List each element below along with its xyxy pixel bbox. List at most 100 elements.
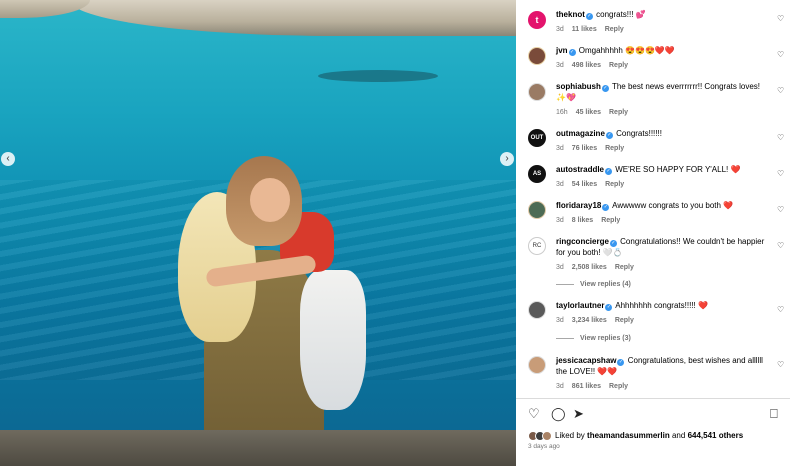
post-actions-bar: ♡ ◯ ➤ ⎕ <box>516 406 790 426</box>
submerged-rock <box>318 70 438 82</box>
reply-button[interactable]: Reply <box>609 109 628 116</box>
post-photo[interactable]: ‹ › <box>0 0 516 466</box>
actions-divider <box>516 398 790 399</box>
comment-time: 3d <box>556 264 564 271</box>
figure-face <box>250 178 290 222</box>
avatar[interactable]: t <box>528 11 546 29</box>
chevron-right-icon: › <box>505 153 509 164</box>
divider-line <box>556 337 574 339</box>
like-comment-heart-icon[interactable]: ♡ <box>777 360 784 369</box>
comment-likes[interactable]: 45 likes <box>576 109 601 116</box>
comment-username[interactable]: autostraddle <box>556 165 604 174</box>
comment-username[interactable]: theknot <box>556 10 585 19</box>
comment-likes[interactable]: 861 likes <box>572 383 601 390</box>
like-comment-heart-icon[interactable]: ♡ <box>777 169 784 178</box>
cliff-left <box>0 0 90 18</box>
verified-badge-icon: ✓ <box>605 304 613 311</box>
comment-likes[interactable]: 8 likes <box>572 217 593 224</box>
verified-badge-icon: ✓ <box>617 359 625 366</box>
reply-button[interactable]: Reply <box>615 264 634 271</box>
avatar[interactable]: RC <box>528 237 546 255</box>
comment-text: WE'RE SO HAPPY FOR Y'ALL! ❤️ <box>615 165 741 174</box>
avatar[interactable] <box>528 47 546 65</box>
comment-text: Omgahhhhh 😍😍😍❤️❤️ <box>578 46 675 55</box>
verified-badge-icon: ✓ <box>601 85 609 92</box>
comment-bubble-icon[interactable]: ◯ <box>551 406 566 422</box>
reply-button[interactable]: Reply <box>609 62 628 69</box>
view-replies-button[interactable]: View replies (4) <box>556 281 631 288</box>
comment-body: autostraddle ✓ WE'RE SO HAPPY FOR Y'ALL! … <box>556 164 768 190</box>
rocky-shore <box>0 430 516 466</box>
reply-button[interactable]: Reply <box>615 317 634 324</box>
comment-likes[interactable]: 498 likes <box>572 62 601 69</box>
view-replies-button[interactable]: View replies (3) <box>556 335 631 342</box>
comment-body: taylorlautner ✓ Ahhhhhhh congrats!!!!! ❤️… <box>556 300 768 326</box>
comment-username[interactable]: jvn <box>556 46 568 55</box>
comment-text: Ahhhhhhh congrats!!!!! ❤️ <box>615 301 708 310</box>
reply-button[interactable]: Reply <box>609 383 628 390</box>
carousel-prev-button[interactable]: ‹ <box>1 152 15 166</box>
comment-time: 3d <box>556 217 564 224</box>
cliff-background <box>70 0 516 36</box>
comment-body: theknot ✓ congrats!!! 💕 3d 11 likes Reply <box>556 9 768 35</box>
comment-username[interactable]: outmagazine <box>556 129 605 138</box>
comment-text: Congrats!!!!!! <box>616 129 662 138</box>
comment-body: jvn ✓ Omgahhhhh 😍😍😍❤️❤️ 3d 498 likes Reply <box>556 45 768 71</box>
reply-button[interactable]: Reply <box>605 181 624 188</box>
comment-time: 3d <box>556 383 564 390</box>
like-heart-icon[interactable]: ♡ <box>528 406 540 422</box>
verified-badge-icon: ✓ <box>568 49 576 56</box>
liked-by-user[interactable]: theamandasummerlin <box>587 431 670 440</box>
like-comment-heart-icon[interactable]: ♡ <box>777 305 784 314</box>
like-comment-heart-icon[interactable]: ♡ <box>777 86 784 95</box>
liker-avatar[interactable] <box>542 431 552 441</box>
comment-body: outmagazine ✓ Congrats!!!!!! 3d 76 likes Re… <box>556 128 768 154</box>
liked-by-text: Liked by theamandasummerlin and 644,541 … <box>555 431 744 440</box>
carousel-next-button[interactable]: › <box>500 152 514 166</box>
verified-badge-icon: ✓ <box>585 13 593 20</box>
verified-badge-icon: ✓ <box>605 132 613 139</box>
like-comment-heart-icon[interactable]: ♡ <box>777 50 784 59</box>
comment-body: jessicacapshaw ✓ Congratulations, best wi… <box>556 355 768 392</box>
comment-body: ringconcierge ✓ Congratulations!! We coul… <box>556 236 768 273</box>
avatar[interactable]: OUT <box>528 129 546 147</box>
likes-count[interactable]: 644,541 others <box>688 431 744 440</box>
verified-badge-icon: ✓ <box>609 240 617 247</box>
comment-time: 3d <box>556 62 564 69</box>
avatar[interactable] <box>528 301 546 319</box>
comment-time: 3d <box>556 317 564 324</box>
like-comment-heart-icon[interactable]: ♡ <box>777 133 784 142</box>
comment-text: Awwwww congrats to you both ❤️ <box>612 201 734 210</box>
comment-likes[interactable]: 54 likes <box>572 181 597 188</box>
comment-likes[interactable]: 3,234 likes <box>572 317 607 324</box>
comment-username[interactable]: taylorlautner <box>556 301 604 310</box>
comment-text: congrats!!! 💕 <box>596 10 646 19</box>
avatar[interactable]: AS <box>528 165 546 183</box>
avatar[interactable] <box>528 83 546 101</box>
like-comment-heart-icon[interactable]: ♡ <box>777 205 784 214</box>
reply-button[interactable]: Reply <box>605 26 624 33</box>
verified-badge-icon: ✓ <box>605 168 613 175</box>
comment-body: floridaray18 ✓ Awwwww congrats to you bot… <box>556 200 768 226</box>
comment-list[interactable]: t theknot ✓ congrats!!! 💕 3d 11 likes Reply… <box>516 0 790 398</box>
like-comment-heart-icon[interactable]: ♡ <box>777 14 784 23</box>
reply-button[interactable]: Reply <box>601 217 620 224</box>
comment-time: 16h <box>556 109 568 116</box>
comment-username[interactable]: jessicacapshaw <box>556 356 616 365</box>
like-comment-heart-icon[interactable]: ♡ <box>777 241 784 250</box>
save-bookmark-icon[interactable]: ⎕ <box>770 406 778 422</box>
share-send-icon[interactable]: ➤ <box>573 406 584 422</box>
post-timestamp[interactable]: 3 days ago <box>528 443 560 450</box>
liked-by-row: Liked by theamandasummerlin and 644,541 … <box>528 430 743 442</box>
avatar[interactable] <box>528 201 546 219</box>
comment-likes[interactable]: 2,508 likes <box>572 264 607 271</box>
comment-username[interactable]: floridaray18 <box>556 201 601 210</box>
verified-badge-icon: ✓ <box>602 204 610 211</box>
comment-username[interactable]: sophiabush <box>556 82 601 91</box>
reply-button[interactable]: Reply <box>605 145 624 152</box>
comment-likes[interactable]: 76 likes <box>572 145 597 152</box>
comment-username[interactable]: ringconcierge <box>556 237 609 246</box>
divider-line <box>556 283 574 285</box>
avatar[interactable] <box>528 356 546 374</box>
comment-likes[interactable]: 11 likes <box>572 26 597 33</box>
